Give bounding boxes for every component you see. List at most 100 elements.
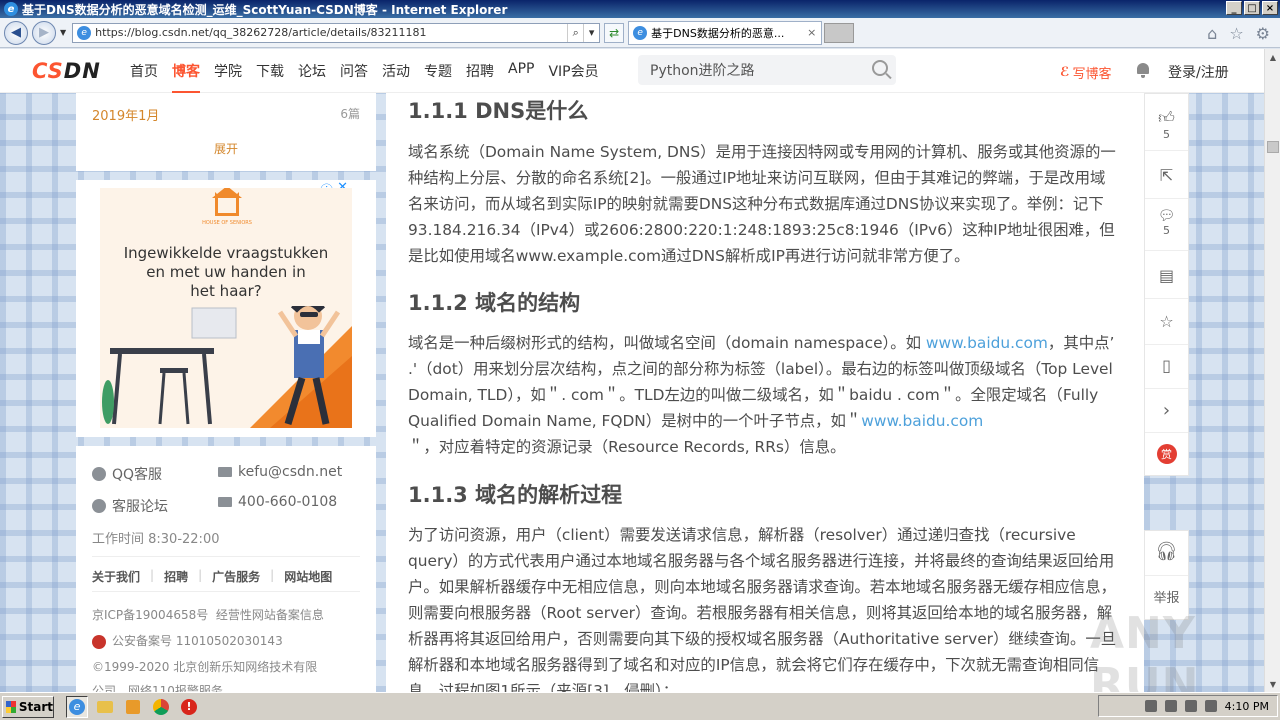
settings-gear-icon[interactable]: ⚙ xyxy=(1256,24,1270,43)
next-article-button[interactable]: › xyxy=(1145,400,1188,421)
tab-close-icon[interactable]: × xyxy=(807,26,821,39)
nav-app[interactable]: APP xyxy=(508,49,534,93)
csdn-logo[interactable]: CSDN xyxy=(32,59,112,83)
forward-arrow-icon: ▶ xyxy=(39,25,49,40)
minimize-button[interactable]: _ xyxy=(1226,1,1242,15)
phone-link[interactable]: 400-660-0108 xyxy=(218,494,337,510)
police-badge-icon xyxy=(92,634,106,649)
share-icon: ⇱ xyxy=(1159,166,1174,185)
browser-tab[interactable]: e 基于DNS数据分析的恶意... × xyxy=(628,20,823,45)
nav-topics[interactable]: 专题 xyxy=(424,49,452,93)
baidu-link-2[interactable]: www.baidu.com xyxy=(861,412,983,430)
email-link[interactable]: kefu@csdn.net xyxy=(218,464,342,480)
icp-business-link[interactable]: 经营性网站备案信息 xyxy=(216,608,324,622)
page-favicon-icon: e xyxy=(77,25,92,40)
notification-bell-icon[interactable] xyxy=(1136,61,1150,78)
nav-events[interactable]: 活动 xyxy=(382,49,410,93)
icp-link[interactable]: 京ICP备19004658号 xyxy=(92,608,208,622)
comment-count: 5 xyxy=(1163,224,1170,237)
heading-resolution-process: 1.1.3 域名的解析过程 xyxy=(408,483,623,507)
nav-vip[interactable]: VIP会员 xyxy=(548,49,598,93)
mobile-button[interactable]: ▯ xyxy=(1145,356,1188,375)
tray-volume-icon[interactable] xyxy=(1184,700,1197,712)
footer-link-ads[interactable]: 广告服务 xyxy=(212,568,260,585)
tray-flag-icon[interactable] xyxy=(1204,700,1217,712)
nav-academy[interactable]: 学院 xyxy=(214,49,242,93)
nav-home[interactable]: 首页 xyxy=(130,49,158,93)
address-bar[interactable]: e https://blog.csdn.net/qq_38262728/arti… xyxy=(72,22,601,43)
forum-icon xyxy=(92,499,106,513)
back-arrow-icon: ◀ xyxy=(11,25,21,40)
like-count: 5 xyxy=(1163,128,1170,141)
qq-support-link[interactable]: QQ客服 xyxy=(92,464,162,484)
search-placeholder: Python进阶之路 xyxy=(650,63,755,79)
url-text[interactable]: https://blog.csdn.net/qq_38262728/articl… xyxy=(95,26,567,39)
archive-month[interactable]: 2019年1月 xyxy=(92,105,159,124)
nav-jobs[interactable]: 招聘 xyxy=(466,49,494,93)
support-forum-link[interactable]: 客服论坛 xyxy=(92,496,168,516)
pen-icon: ℰ xyxy=(1060,65,1070,80)
footer-link-jobs[interactable]: 招聘 xyxy=(164,568,188,585)
start-button[interactable]: Start xyxy=(2,695,54,718)
login-register-link[interactable]: 登录/注册 xyxy=(1168,62,1229,82)
phone-icon xyxy=(218,497,232,507)
taskbar-ie-button[interactable]: e xyxy=(66,695,88,718)
window-title: 基于DNS数据分析的恶意域名检测_运维_ScottYuan-CSDN博客 - I… xyxy=(22,2,508,17)
reward-icon: 赏 xyxy=(1156,444,1177,464)
history-dropdown-icon[interactable]: ▼ xyxy=(60,28,66,37)
favorites-star-icon[interactable]: ☆ xyxy=(1229,24,1243,43)
vertical-scrollbar[interactable]: ▲ ▼ xyxy=(1264,49,1280,692)
folder-icon xyxy=(97,700,113,713)
taskbar-chrome-button[interactable] xyxy=(150,696,172,718)
reward-button[interactable]: 赏 xyxy=(1145,444,1188,464)
ad-creative[interactable]: HOUSE OF SENIORS Ingewikkelde vraagstukk… xyxy=(100,188,352,428)
footer-link-about[interactable]: 关于我们 xyxy=(92,568,140,585)
catalog-button[interactable]: ▤ xyxy=(1145,266,1188,285)
main-nav: 首页 博客 学院 下载 论坛 问答 活动 专题 招聘 APP VIP会员 xyxy=(130,49,613,93)
police-record[interactable]: 公安备案号 11010502030143 xyxy=(92,632,283,649)
scroll-up-icon[interactable]: ▲ xyxy=(1265,49,1280,65)
nav-download[interactable]: 下载 xyxy=(256,49,284,93)
search-icon[interactable]: ⌕ xyxy=(567,23,583,42)
scroll-thumb[interactable] xyxy=(1267,141,1279,153)
taskbar-media-button[interactable] xyxy=(122,696,144,718)
refresh-button[interactable]: ⇄ xyxy=(604,22,625,43)
new-tab-button[interactable] xyxy=(824,22,855,43)
comment-icon: 💬︎ xyxy=(1157,208,1176,224)
document-icon: ▤ xyxy=(1158,266,1175,285)
report-button[interactable]: 举报 xyxy=(1145,587,1188,606)
nav-qa[interactable]: 问答 xyxy=(340,49,368,93)
back-button[interactable]: ◀ xyxy=(4,20,28,45)
nav-forum[interactable]: 论坛 xyxy=(298,49,326,93)
address-dropdown-icon[interactable]: ▾ xyxy=(583,23,599,42)
forward-button[interactable]: ▶ xyxy=(32,20,56,45)
baidu-link-1[interactable]: www.baidu.com xyxy=(926,334,1048,352)
ie-icon: e xyxy=(69,698,85,715)
archive-expand-link[interactable]: 展开 xyxy=(76,140,376,157)
support-box: 🎧︎ 举报 xyxy=(1144,530,1189,620)
star-icon: ☆ xyxy=(1159,312,1174,331)
like-button[interactable]: 👍︎ 5 xyxy=(1145,108,1188,141)
taskbar-explorer-button[interactable] xyxy=(94,696,116,718)
share-button[interactable]: ⇱ xyxy=(1145,166,1188,185)
comment-button[interactable]: 💬︎ 5 xyxy=(1145,208,1188,237)
tray-network-icon[interactable] xyxy=(1144,700,1157,712)
tray-security-icon[interactable] xyxy=(1164,700,1177,712)
clock: 4:10 PM xyxy=(1224,699,1269,713)
customer-service-button[interactable]: 🎧︎ xyxy=(1145,541,1188,562)
heading-domain-structure: 1.1.2 域名的结构 xyxy=(408,291,581,315)
favorite-button[interactable]: ☆ xyxy=(1145,312,1188,331)
taskbar: Start e ! 4:10 PM xyxy=(0,692,1280,720)
links-divider xyxy=(92,591,360,592)
close-window-button[interactable]: × xyxy=(1262,1,1278,15)
taskbar-stop-button[interactable]: ! xyxy=(178,696,200,718)
advertisement[interactable]: ⓘ ✕ HOUSE OF SENIORS Ingewikkelde vraags… xyxy=(76,180,376,437)
nav-blog[interactable]: 博客 xyxy=(172,49,200,93)
footer-link-sitemap[interactable]: 网站地图 xyxy=(284,568,332,585)
paragraph-domain-structure: 域名是一种后缀树形式的结构，叫做域名空间（domain namespace）。如… xyxy=(408,334,1115,456)
home-icon[interactable]: ⌂ xyxy=(1207,24,1217,43)
maximize-button[interactable]: □ xyxy=(1244,1,1260,15)
site-search-input[interactable]: Python进阶之路 xyxy=(638,55,896,85)
write-blog-button[interactable]: ℰ 写博客 xyxy=(1060,63,1112,82)
search-magnifier-icon[interactable] xyxy=(872,60,888,76)
